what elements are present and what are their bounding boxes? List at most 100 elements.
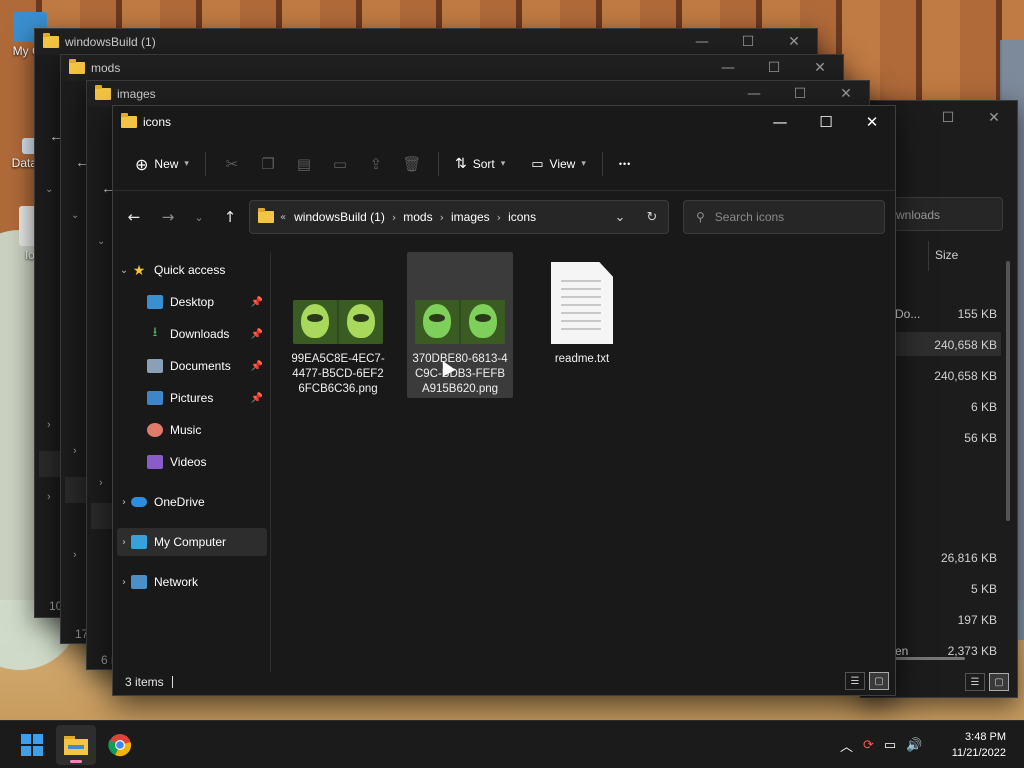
search-input[interactable] (714, 210, 865, 224)
column-divider (928, 241, 929, 271)
cloud-icon (131, 497, 147, 507)
pin-icon[interactable]: 📌 (251, 393, 263, 404)
chevron-down-icon[interactable]: ⌄ (45, 184, 53, 195)
horizontal-scrollbar[interactable] (895, 657, 965, 660)
sidebar-item-network[interactable]: › Network (117, 568, 267, 596)
sidebar-item-desktop[interactable]: Desktop 📌 (117, 288, 267, 316)
sidebar-item-quick-access[interactable]: ⌄ ★ Quick access (117, 256, 267, 284)
frog-thumbnail (293, 300, 337, 344)
breadcrumb-item[interactable]: mods (403, 210, 432, 224)
rename-icon[interactable]: ▭ (322, 148, 358, 180)
chevron-down-icon[interactable]: ⌄ (97, 236, 105, 247)
close-icon[interactable]: ✕ (971, 105, 1017, 131)
chevron-down-icon[interactable]: ⌄ (117, 265, 131, 276)
maximize-icon[interactable]: ☐ (751, 55, 797, 81)
recent-locations-chevron-icon[interactable]: ⌄ (185, 202, 213, 232)
plus-circle-icon: ⊕ (135, 154, 149, 174)
minimize-icon[interactable]: — (731, 81, 777, 107)
file-item[interactable]: readme.txt (529, 252, 635, 398)
nav-item-selected[interactable] (65, 477, 87, 503)
copy-icon[interactable]: ❐ (250, 148, 286, 180)
chevron-right-icon[interactable]: › (73, 549, 77, 561)
vertical-scrollbar[interactable] (1006, 261, 1010, 521)
window-titlebar[interactable]: icons — ☐ ✕ (113, 106, 895, 138)
details-view-icon[interactable]: ☰ (845, 672, 865, 690)
more-options-button[interactable]: ••• (611, 148, 639, 180)
refresh-icon[interactable]: ↻ (636, 210, 668, 225)
breadcrumb-item[interactable]: icons (508, 210, 536, 224)
new-button[interactable]: ⊕ New ▾ (127, 148, 197, 180)
taskbar-file-explorer[interactable] (56, 725, 96, 765)
sidebar-item-pictures[interactable]: Pictures 📌 (117, 384, 267, 412)
maximize-icon[interactable]: ☐ (777, 81, 823, 107)
volume-icon[interactable]: 🔊 (906, 738, 922, 753)
close-icon[interactable]: ✕ (797, 55, 843, 81)
minimize-icon[interactable]: — (679, 29, 725, 55)
pin-icon[interactable]: 📌 (251, 329, 263, 340)
tiles-view-icon[interactable]: ▢ (989, 673, 1009, 691)
search-box[interactable]: ⚲ (683, 200, 885, 234)
breadcrumb-overflow[interactable]: « (280, 212, 286, 223)
breadcrumb-item[interactable]: images (451, 210, 490, 224)
window-titlebar[interactable]: mods — ☐ ✕ (61, 55, 843, 81)
breadcrumb-item[interactable]: windowsBuild (1) (294, 210, 385, 224)
cut-icon[interactable]: ✂ (214, 148, 250, 180)
file-explorer-window[interactable]: icons — ☐ ✕ ⊕ New ▾ ✂ ❐ ▤ ▭ ⇪ 🗑 ⇅ Sort ▾… (112, 105, 896, 696)
close-icon[interactable]: ✕ (849, 106, 895, 138)
sidebar-item-my-computer[interactable]: › My Computer (117, 528, 267, 556)
pin-icon[interactable]: 📌 (251, 361, 263, 372)
chevron-right-icon[interactable]: › (117, 577, 131, 588)
navigation-pane: ⌄ ★ Quick access Desktop 📌 ⭳ Downloads 📌… (113, 252, 271, 672)
large-icons-view-icon[interactable]: ▢ (869, 672, 889, 690)
details-view-icon[interactable]: ☰ (965, 673, 985, 691)
close-icon[interactable]: ✕ (771, 29, 817, 55)
back-arrow-icon[interactable]: ← (117, 202, 151, 232)
nav-item-selected[interactable] (39, 451, 61, 477)
window-titlebar[interactable]: windowsBuild (1) — ☐ ✕ (35, 29, 817, 55)
chevron-right-icon[interactable]: › (47, 491, 51, 503)
size-cell: 155 KB (957, 307, 997, 321)
maximize-icon[interactable]: ☐ (925, 105, 971, 131)
sidebar-item-videos[interactable]: Videos (117, 448, 267, 476)
close-icon[interactable]: ✕ (823, 81, 869, 107)
minimize-icon[interactable]: — (757, 106, 803, 138)
nav-item-selected[interactable] (91, 503, 113, 529)
chevron-right-icon[interactable]: › (117, 537, 131, 548)
start-button[interactable] (12, 725, 52, 765)
item-count: 3 items (125, 675, 164, 689)
network-monitor-icon[interactable]: ▭ (884, 738, 896, 753)
minimize-icon[interactable]: — (705, 55, 751, 81)
maximize-icon[interactable]: ☐ (725, 29, 771, 55)
chevron-right-icon[interactable]: › (99, 477, 103, 489)
size-cell: 240,658 KB (934, 369, 997, 383)
sidebar-item-label: Documents (170, 359, 231, 373)
chevron-right-icon[interactable]: › (117, 497, 131, 508)
file-item-selected[interactable]: 370DBE80-6813-4 C9C-BDB3-FEFB A915B620.p… (407, 252, 513, 398)
forward-arrow-icon[interactable]: → (151, 202, 185, 232)
clock[interactable]: 3:48 PM 11/21/2022 (952, 729, 1006, 761)
pin-icon[interactable]: 📌 (251, 297, 263, 308)
taskbar-chrome[interactable] (100, 725, 140, 765)
up-arrow-icon[interactable]: ↑ (213, 202, 247, 232)
address-dropdown-icon[interactable]: ⌄ (604, 210, 636, 225)
share-icon[interactable]: ⇪ (358, 148, 394, 180)
view-button[interactable]: ▭ View ▾ (523, 148, 594, 180)
address-bar[interactable]: « windowsBuild (1) › mods › images › ico… (249, 200, 669, 234)
chevron-down-icon[interactable]: ⌄ (71, 210, 79, 221)
delete-icon[interactable]: 🗑 (394, 148, 430, 180)
chevron-right-icon[interactable]: › (73, 445, 77, 457)
folder-icon (43, 33, 59, 48)
maximize-icon[interactable]: ☐ (803, 106, 849, 138)
sidebar-item-music[interactable]: Music (117, 416, 267, 444)
update-icon[interactable]: ⟳ (863, 738, 874, 753)
paste-icon[interactable]: ▤ (286, 148, 322, 180)
window-titlebar[interactable]: images — ☐ ✕ (87, 81, 869, 107)
sidebar-item-downloads[interactable]: ⭳ Downloads 📌 (117, 320, 267, 348)
sort-button[interactable]: ⇅ Sort ▾ (447, 148, 513, 180)
sidebar-item-documents[interactable]: Documents 📌 (117, 352, 267, 380)
chevron-right-icon[interactable]: › (47, 419, 51, 431)
chevron-up-icon[interactable]: ︿ (840, 736, 853, 755)
column-header-size[interactable]: Size (935, 248, 958, 262)
file-item[interactable]: 99EA5C8E-4EC7- 4477-B5CD-6EF2 6FCB6C36.p… (285, 252, 391, 398)
sidebar-item-onedrive[interactable]: › OneDrive (117, 488, 267, 516)
